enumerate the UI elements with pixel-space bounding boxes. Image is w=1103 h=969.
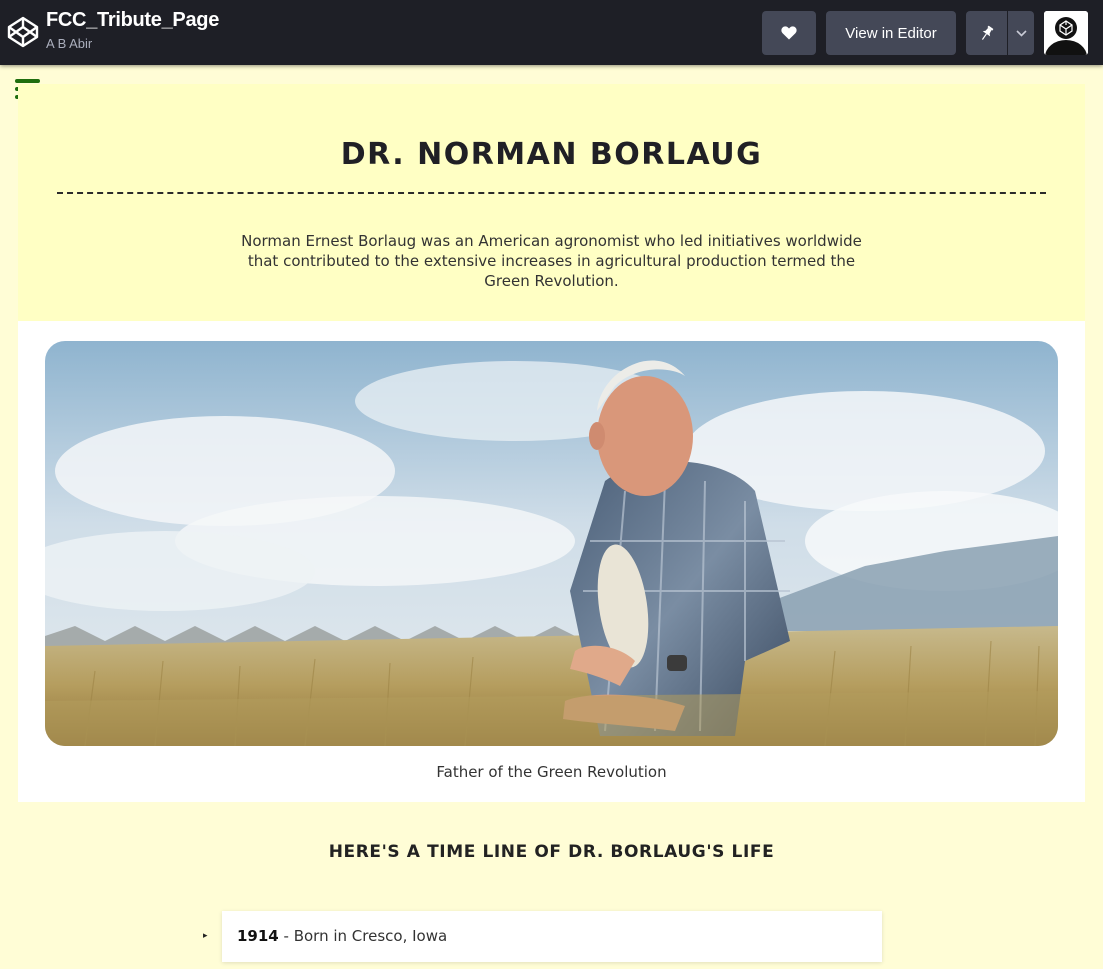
- pen-author[interactable]: A B Abir: [46, 36, 92, 51]
- list-bullet-icon: ▸: [203, 931, 208, 941]
- view-in-editor-button[interactable]: View in Editor: [826, 11, 956, 55]
- top-bar: FCC_Tribute_Page A B Abir View in Editor: [0, 0, 1103, 65]
- borlaug-photo: [45, 341, 1058, 746]
- heart-icon: [781, 26, 797, 40]
- timeline-year: 1914: [237, 927, 279, 945]
- title-divider: [57, 192, 1046, 194]
- pin-button[interactable]: [966, 11, 1007, 55]
- user-avatar[interactable]: [1044, 11, 1088, 55]
- image-caption: Father of the Green Revolution: [436, 763, 667, 781]
- pen-title[interactable]: FCC_Tribute_Page: [46, 9, 219, 32]
- timeline-item: 1914 - Born in Cresco, Iowa: [222, 911, 882, 962]
- timeline-text: - Born in Cresco, Iowa: [278, 927, 448, 945]
- intro-paragraph: Norman Ernest Borlaug was an American ag…: [241, 232, 862, 290]
- codepen-logo-icon[interactable]: [6, 15, 40, 49]
- page-title: DR. NORMAN BORLAUG: [340, 137, 763, 172]
- chevron-down-icon: [1015, 29, 1027, 37]
- timeline-heading: HERE'S A TIME LINE OF DR. BORLAUG'S LIFE: [328, 842, 775, 862]
- avatar-image: [1044, 11, 1088, 55]
- pin-dropdown-button[interactable]: [1008, 11, 1034, 55]
- like-button[interactable]: [762, 11, 816, 55]
- pin-icon: [981, 25, 993, 40]
